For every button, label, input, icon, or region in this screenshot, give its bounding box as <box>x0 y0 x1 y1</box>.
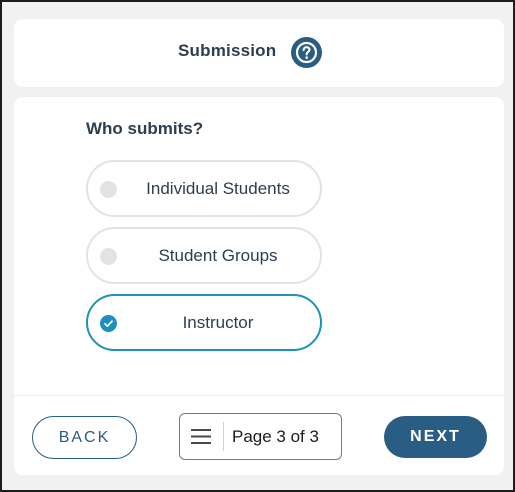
header-card: Submission <box>14 19 504 87</box>
option-label: Instructor <box>182 312 254 332</box>
footer-divider <box>14 395 504 396</box>
back-button[interactable]: BACK <box>32 416 137 459</box>
checkmark-icon <box>104 320 113 327</box>
option-instructor[interactable]: Instructor <box>86 294 322 351</box>
question-label: Who submits? <box>86 119 204 138</box>
option-label: Student Groups <box>158 245 278 265</box>
help-icon[interactable] <box>291 37 322 68</box>
option-label: Individual Students <box>146 178 290 198</box>
page-number-text: Page 3 of 3 <box>232 426 319 446</box>
radio-unchecked-icon <box>100 181 117 198</box>
option-student-groups[interactable]: Student Groups <box>86 227 322 284</box>
pager-divider <box>223 422 224 451</box>
page-indicator-button[interactable]: Page 3 of 3 <box>179 413 342 460</box>
radio-unchecked-icon <box>100 248 117 265</box>
app-frame: Submission Who submits? Individual Stude… <box>0 0 515 492</box>
page-title: Submission <box>178 41 277 60</box>
next-button[interactable]: NEXT <box>384 416 487 458</box>
main-card: Who submits? Individual Students Student… <box>14 97 504 475</box>
question-circle-icon <box>295 41 318 64</box>
option-individual-students[interactable]: Individual Students <box>86 160 322 217</box>
hamburger-menu-icon <box>191 429 211 444</box>
radio-checked-icon <box>100 315 117 332</box>
